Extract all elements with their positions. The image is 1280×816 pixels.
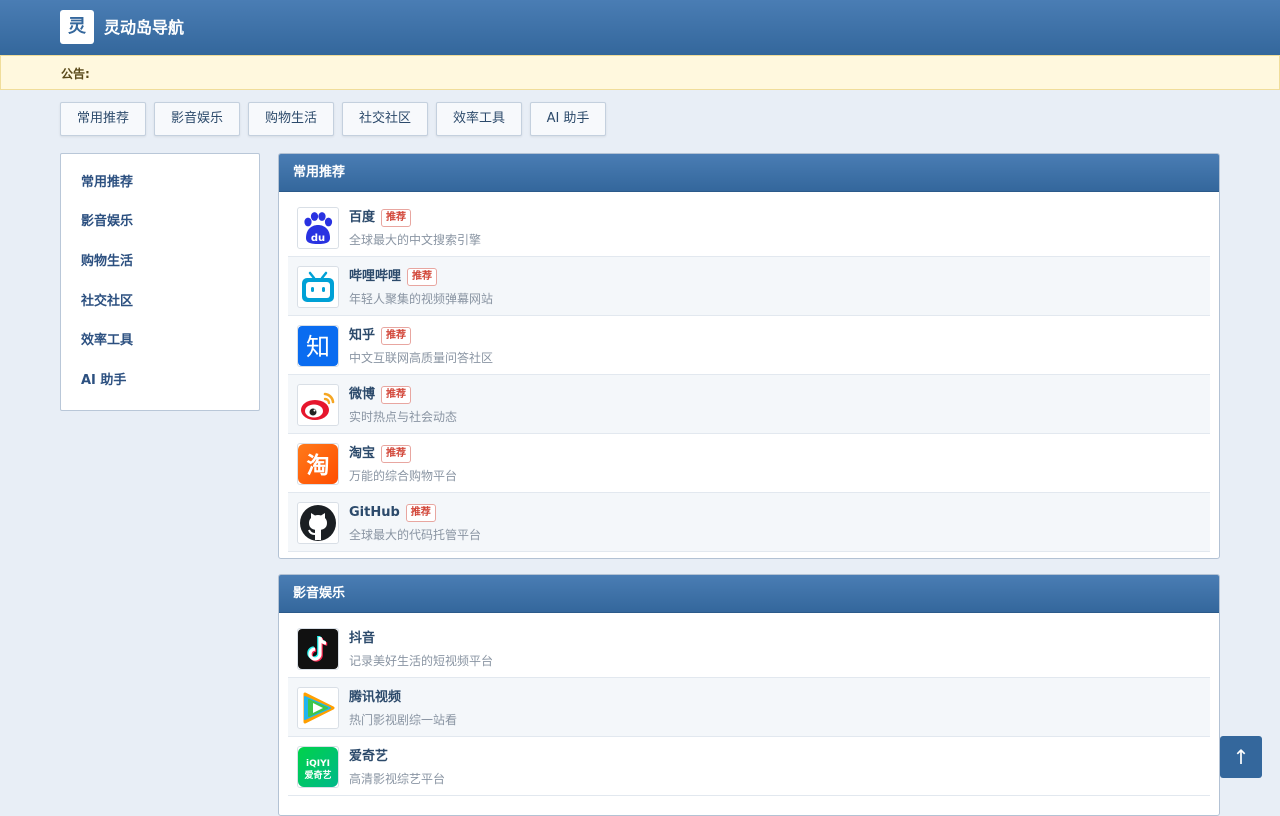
taobao-icon: 淘 bbox=[297, 443, 339, 485]
site-name: GitHub bbox=[349, 505, 400, 520]
sidebar-item-common[interactable]: 常用推荐 bbox=[81, 173, 133, 193]
site-name: 微博 bbox=[349, 387, 376, 402]
recommend-badge: 推荐 bbox=[381, 445, 412, 463]
iqiyi-icon: iQIYI 爱奇艺 bbox=[297, 746, 339, 788]
sidebar-item-tools[interactable]: 效率工具 bbox=[81, 331, 133, 351]
site-desc: 热门影视剧综一站看 bbox=[349, 713, 458, 727]
tab-common[interactable]: 常用推荐 bbox=[60, 102, 146, 136]
recommend-badge: 推荐 bbox=[381, 327, 412, 345]
site-row-taobao[interactable]: 淘 淘宝 推荐 万能的综合购物平台 bbox=[288, 434, 1210, 493]
bilibili-icon bbox=[297, 266, 339, 308]
site-desc: 实时热点与社会动态 bbox=[349, 410, 458, 424]
svg-text:爱奇艺: 爱奇艺 bbox=[304, 769, 331, 781]
notice-bar: 公告: bbox=[0, 55, 1280, 90]
sidebar: 常用推荐 影音娱乐 购物生活 社交社区 效率工具 AI 助手 bbox=[60, 153, 260, 411]
site-desc: 记录美好生活的短视频平台 bbox=[349, 654, 494, 668]
recommend-badge: 推荐 bbox=[381, 209, 412, 227]
site-name: 抖音 bbox=[349, 631, 376, 646]
back-to-top-button[interactable]: ↑ bbox=[1220, 736, 1262, 778]
github-icon bbox=[297, 502, 339, 544]
site-desc: 全球最大的代码托管平台 bbox=[349, 528, 482, 542]
site-title[interactable]: 灵动岛导航 bbox=[104, 16, 184, 40]
site-row-tencent-video[interactable]: 腾讯视频 热门影视剧综一站看 bbox=[288, 678, 1210, 737]
weibo-icon bbox=[297, 384, 339, 426]
section-title: 常用推荐 bbox=[279, 154, 1219, 192]
sidebar-item-media[interactable]: 影音娱乐 bbox=[81, 212, 133, 232]
recommend-badge: 推荐 bbox=[381, 386, 412, 404]
tab-ai[interactable]: AI 助手 bbox=[530, 102, 606, 136]
zhihu-icon: 知 bbox=[297, 325, 339, 367]
section-title: 影音娱乐 bbox=[279, 575, 1219, 613]
svg-text:知: 知 bbox=[306, 333, 330, 361]
notice-label: 公告: bbox=[61, 67, 90, 81]
site-desc: 高清影视综艺平台 bbox=[349, 772, 446, 786]
sidebar-item-shopping[interactable]: 购物生活 bbox=[81, 252, 133, 272]
sidebar-item-ai[interactable]: AI 助手 bbox=[81, 371, 126, 391]
site-logo[interactable]: 灵 bbox=[60, 10, 94, 44]
site-row-bilibili[interactable]: 哔哩哔哩 推荐 年轻人聚集的视频弹幕网站 bbox=[288, 257, 1210, 316]
site-row-iqiyi[interactable]: iQIYI 爱奇艺 爱奇艺 高清影视综艺平台 bbox=[288, 737, 1210, 796]
tencent-video-icon bbox=[297, 687, 339, 729]
svg-text:du: du bbox=[311, 233, 325, 244]
sidebar-item-social[interactable]: 社交社区 bbox=[81, 292, 133, 312]
site-name: 百度 bbox=[349, 210, 376, 225]
site-row-douyin[interactable]: 抖音 记录美好生活的短视频平台 bbox=[288, 619, 1210, 678]
site-desc: 中文互联网高质量问答社区 bbox=[349, 351, 494, 365]
site-desc: 全球最大的中文搜索引擎 bbox=[349, 233, 482, 247]
section-media: 影音娱乐 抖音 记录美好生活的短视频平台 腾讯视频 热门影视剧综一站看 iQIY… bbox=[278, 574, 1220, 816]
tab-tools[interactable]: 效率工具 bbox=[436, 102, 522, 136]
tab-social[interactable]: 社交社区 bbox=[342, 102, 428, 136]
section-common: 常用推荐 du 百度 推荐 全球最大的中文搜索引擎 哔哩哔哩 推荐 年轻人聚集的… bbox=[278, 153, 1220, 559]
site-name: 知乎 bbox=[349, 328, 376, 343]
svg-text:淘: 淘 bbox=[307, 452, 330, 479]
site-row-github[interactable]: GitHub 推荐 全球最大的代码托管平台 bbox=[288, 493, 1210, 552]
douyin-icon bbox=[297, 628, 339, 670]
svg-text:iQIYI: iQIYI bbox=[306, 759, 330, 769]
site-header: 灵 灵动岛导航 bbox=[0, 0, 1280, 56]
site-name: 腾讯视频 bbox=[349, 690, 402, 705]
site-name: 淘宝 bbox=[349, 446, 376, 461]
tab-shopping[interactable]: 购物生活 bbox=[248, 102, 334, 136]
site-desc: 万能的综合购物平台 bbox=[349, 469, 458, 483]
tab-media[interactable]: 影音娱乐 bbox=[154, 102, 240, 136]
site-desc: 年轻人聚集的视频弹幕网站 bbox=[349, 292, 494, 306]
site-row-zhihu[interactable]: 知 知乎 推荐 中文互联网高质量问答社区 bbox=[288, 316, 1210, 375]
site-row-baidu[interactable]: du 百度 推荐 全球最大的中文搜索引擎 bbox=[288, 198, 1210, 257]
baidu-icon: du bbox=[297, 207, 339, 249]
site-name: 爱奇艺 bbox=[349, 749, 389, 764]
site-name: 哔哩哔哩 bbox=[349, 269, 402, 284]
recommend-badge: 推荐 bbox=[405, 504, 436, 522]
recommend-badge: 推荐 bbox=[407, 268, 438, 286]
site-row-weibo[interactable]: 微博 推荐 实时热点与社会动态 bbox=[288, 375, 1210, 434]
